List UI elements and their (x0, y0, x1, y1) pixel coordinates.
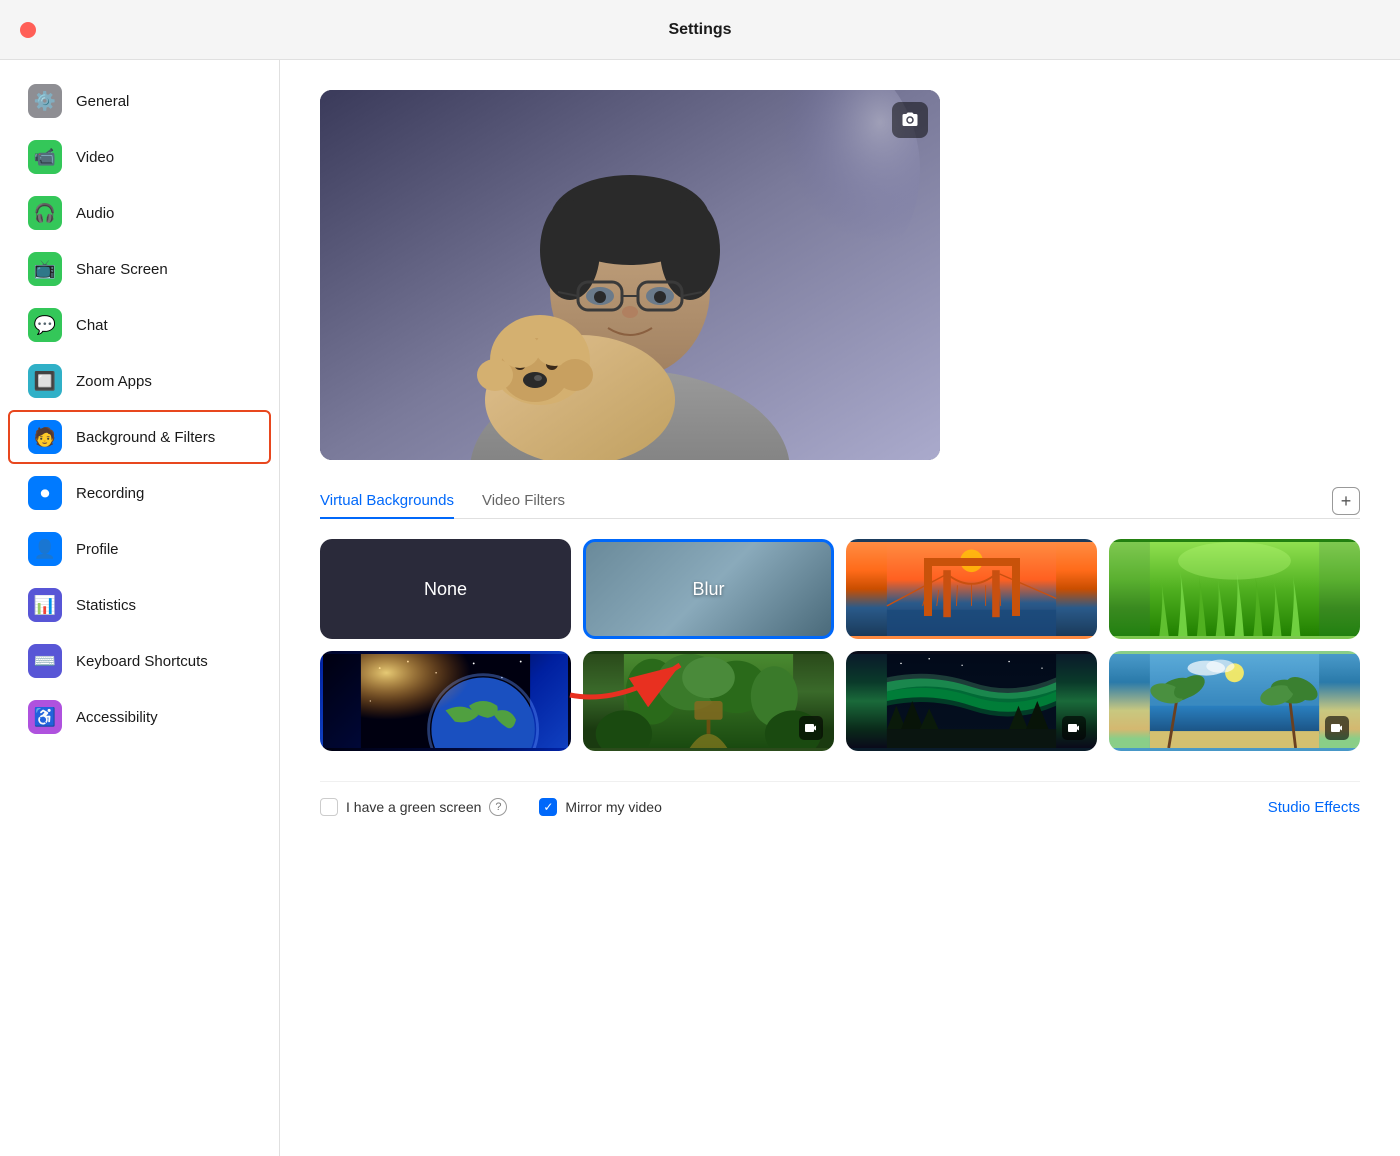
recording-icon: ⏺ (28, 476, 62, 510)
close-button[interactable] (20, 22, 36, 38)
sidebar-label-audio: Audio (76, 205, 114, 222)
sidebar-label-keyboard-shortcuts: Keyboard Shortcuts (76, 653, 208, 670)
sidebar-item-video[interactable]: 📹 Video (8, 130, 271, 184)
video-preview (320, 90, 940, 460)
bg-golden-gate[interactable] (846, 539, 1097, 639)
sidebar-item-keyboard-shortcuts[interactable]: ⌨️ Keyboard Shortcuts (8, 634, 271, 688)
sidebar-label-chat: Chat (76, 317, 108, 334)
sidebar-label-recording: Recording (76, 485, 144, 502)
tab-video-filters[interactable]: Video Filters (482, 484, 565, 519)
sidebar-label-accessibility: Accessibility (76, 709, 158, 726)
sidebar-item-profile[interactable]: 👤 Profile (8, 522, 271, 576)
sidebar-item-chat[interactable]: 💬 Chat (8, 298, 271, 352)
bg-blur[interactable]: Blur (583, 539, 834, 639)
keyboard-shortcuts-icon: ⌨️ (28, 644, 62, 678)
bg-none[interactable]: None (320, 539, 571, 639)
background-grid: None Blur (320, 539, 1360, 751)
bg-beach[interactable] (1109, 651, 1360, 751)
bg-grass[interactable] (1109, 539, 1360, 639)
sidebar-item-statistics[interactable]: 📊 Statistics (8, 578, 271, 632)
mirror-video-label: Mirror my video (565, 799, 661, 815)
page-title: Settings (668, 21, 731, 39)
sidebar: ⚙️ General 📹 Video 🎧 Audio 📺 Share Screen 💬 Chat 🔲… (0, 60, 280, 1156)
sidebar-label-share-screen: Share Screen (76, 261, 168, 278)
content-area: Virtual Backgrounds Video Filters + None… (280, 60, 1400, 1156)
tab-virtual-backgrounds[interactable]: Virtual Backgrounds (320, 484, 454, 519)
green-screen-checkbox[interactable] (320, 798, 338, 816)
sidebar-item-recording[interactable]: ⏺ Recording (8, 466, 271, 520)
bg-earth[interactable] (320, 651, 571, 751)
sidebar-label-statistics: Statistics (76, 597, 136, 614)
green-screen-help-icon[interactable]: ? (489, 798, 507, 816)
content-wrapper: Virtual Backgrounds Video Filters + None… (320, 90, 1360, 832)
bg-aurora[interactable] (846, 651, 1097, 751)
zoom-apps-icon: 🔲 (28, 364, 62, 398)
sidebar-label-profile: Profile (76, 541, 119, 558)
accessibility-icon: ♿ (28, 700, 62, 734)
general-icon: ⚙️ (28, 84, 62, 118)
sidebar-item-accessibility[interactable]: ♿ Accessibility (8, 690, 271, 744)
sidebar-item-general[interactable]: ⚙️ General (8, 74, 271, 128)
bottom-options: I have a green screen ? ✓ Mirror my vide… (320, 781, 1360, 832)
profile-icon: 👤 (28, 532, 62, 566)
sidebar-label-background-filters: Background & Filters (76, 429, 215, 446)
audio-icon: 🎧 (28, 196, 62, 230)
bg-jurassic[interactable] (583, 651, 834, 751)
green-screen-label: I have a green screen (346, 799, 481, 815)
sidebar-item-audio[interactable]: 🎧 Audio (8, 186, 271, 240)
sidebar-label-general: General (76, 93, 129, 110)
aurora-video-badge (1062, 716, 1086, 740)
camera-toggle-button[interactable] (892, 102, 928, 138)
jurassic-video-badge (799, 716, 823, 740)
mirror-video-group: ✓ Mirror my video (539, 798, 661, 816)
tabs-container: Virtual Backgrounds Video Filters + (320, 484, 1360, 519)
studio-effects-button[interactable]: Studio Effects (1268, 799, 1360, 816)
share-screen-icon: 📺 (28, 252, 62, 286)
video-preview-inner (320, 90, 940, 460)
green-screen-group: I have a green screen ? (320, 798, 507, 816)
beach-video-badge (1325, 716, 1349, 740)
main-content: ⚙️ General 📹 Video 🎧 Audio 📺 Share Screen 💬 Chat 🔲… (0, 60, 1400, 1156)
sidebar-label-video: Video (76, 149, 114, 166)
background-filters-icon: 🧑 (28, 420, 62, 454)
sidebar-label-zoom-apps: Zoom Apps (76, 373, 152, 390)
sidebar-item-background-filters[interactable]: 🧑 Background & Filters (8, 410, 271, 464)
mirror-video-checkbox[interactable]: ✓ (539, 798, 557, 816)
title-bar: Settings (0, 0, 1400, 60)
add-background-button[interactable]: + (1332, 487, 1360, 515)
sidebar-item-share-screen[interactable]: 📺 Share Screen (8, 242, 271, 296)
chat-icon: 💬 (28, 308, 62, 342)
video-icon: 📹 (28, 140, 62, 174)
sidebar-item-zoom-apps[interactable]: 🔲 Zoom Apps (8, 354, 271, 408)
statistics-icon: 📊 (28, 588, 62, 622)
